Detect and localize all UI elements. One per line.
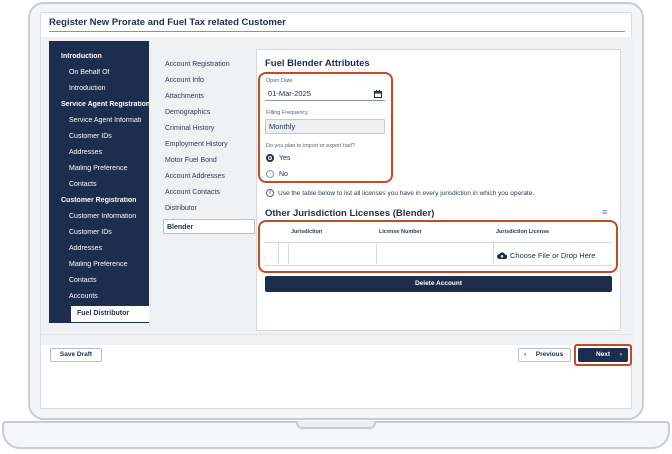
sidebar-item-customer-information[interactable]: Customer Information <box>49 213 149 220</box>
sidebar-item-fuel-distributor[interactable]: Fuel Distributor <box>71 306 149 322</box>
previous-button[interactable]: ‹ Previous <box>518 348 571 362</box>
title-divider <box>49 31 625 32</box>
licenses-info-text: Use the table below to list all licenses… <box>278 190 535 197</box>
step-motor-fuel-bond[interactable]: Motor Fuel Bond <box>165 157 217 164</box>
sidebar-item-cr-mailing-preference[interactable]: Mailing Preference <box>49 261 149 268</box>
step-employment-history[interactable]: Employment History <box>165 141 228 148</box>
sidebar-item-cr-customer-ids[interactable]: Customer IDs <box>49 229 149 236</box>
sidebar-item-on-behalf-of[interactable]: On Behalf Of <box>49 69 149 76</box>
page-title: Register New Prorate and Fuel Tax relate… <box>49 17 286 28</box>
sidebar-item-cr-contacts[interactable]: Contacts <box>49 277 149 284</box>
footer-divider <box>40 334 632 335</box>
laptop-notch <box>296 421 376 429</box>
sidebar-nav: Introduction On Behalf Of Introduction S… <box>49 41 149 323</box>
step-attachments[interactable]: Attachments <box>165 93 204 100</box>
step-blender[interactable]: Blender <box>163 219 255 234</box>
sidebar-heading-service-agent: Service Agent Registration <box>61 101 149 108</box>
licenses-title: Other Jurisdiction Licenses (Blender) <box>265 208 435 219</box>
highlight-next <box>574 344 632 366</box>
highlight-licenses <box>258 220 618 273</box>
step-account-contacts[interactable]: Account Contacts <box>165 189 220 196</box>
sidebar-item-sa-mailing-preference[interactable]: Mailing Preference <box>49 165 149 172</box>
sidebar-item-cr-addresses[interactable]: Addresses <box>49 245 149 252</box>
form-title: Fuel Blender Attributes <box>265 58 370 69</box>
highlight-attributes <box>258 72 393 183</box>
save-draft-button[interactable]: Save Draft <box>50 348 102 362</box>
sidebar-heading-introduction: Introduction <box>61 53 102 60</box>
delete-account-button[interactable]: Delete Account <box>265 276 612 292</box>
sidebar-item-introduction[interactable]: Introduction <box>49 85 149 92</box>
sidebar-item-sa-addresses[interactable]: Addresses <box>49 149 149 156</box>
step-criminal-history[interactable]: Criminal History <box>165 125 214 132</box>
step-distributor[interactable]: Distributor <box>165 205 197 212</box>
chevron-left-icon: ‹ <box>524 351 527 358</box>
filter-icon[interactable]: ≡ <box>602 207 607 217</box>
info-icon: i <box>266 189 274 197</box>
step-account-addresses[interactable]: Account Addresses <box>165 173 225 180</box>
sidebar-heading-customer-registration: Customer Registration <box>61 197 137 204</box>
previous-label: Previous <box>535 351 564 358</box>
step-account-registration[interactable]: Account Registration <box>165 61 230 68</box>
step-account-info[interactable]: Account Info <box>165 77 204 84</box>
sidebar-item-service-agent-info[interactable]: Service Agent Informati <box>49 117 149 124</box>
sidebar-item-accounts[interactable]: Accounts <box>49 293 149 300</box>
step-demographics[interactable]: Demographics <box>165 109 210 116</box>
sidebar-item-sa-customer-ids[interactable]: Customer IDs <box>49 133 149 140</box>
sidebar-item-sa-contacts[interactable]: Contacts <box>49 181 149 188</box>
